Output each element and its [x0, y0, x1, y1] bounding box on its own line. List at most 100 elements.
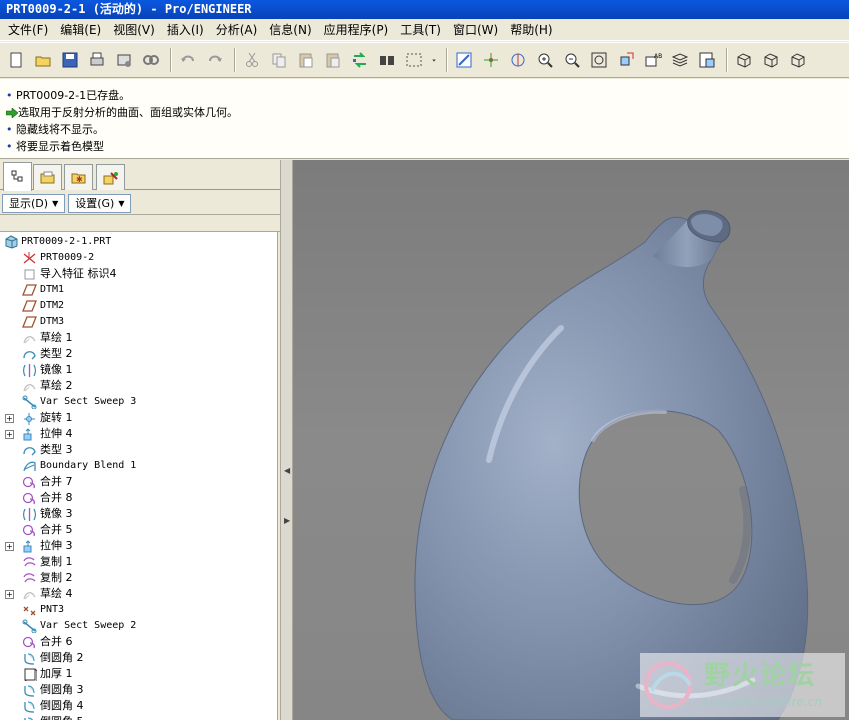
- no-hidden-button[interactable]: [786, 48, 810, 72]
- expand-right-icon[interactable]: ▶: [284, 516, 290, 526]
- tree-item[interactable]: 草绘 1: [0, 330, 277, 346]
- refit-icon: [591, 52, 607, 68]
- tree-item[interactable]: Var Sect Sweep 2: [0, 618, 277, 634]
- tree-item[interactable]: 镜像 1: [0, 362, 277, 378]
- tree-item[interactable]: 合并 8: [0, 490, 277, 506]
- mapkey-button[interactable]: [139, 48, 163, 72]
- tree-item[interactable]: DTM1: [0, 282, 277, 298]
- tab-connections[interactable]: [96, 164, 125, 190]
- paste-special-button[interactable]: [321, 48, 345, 72]
- tree-item[interactable]: DTM2: [0, 298, 277, 314]
- sketch-icon: [23, 592, 36, 600]
- menu-item-0[interactable]: 文件(F): [2, 20, 54, 40]
- menu-item-5[interactable]: 信息(N): [263, 20, 317, 40]
- cut-button[interactable]: [240, 48, 264, 72]
- menu-item-6[interactable]: 应用程序(P): [318, 20, 395, 40]
- tree-item[interactable]: 导入特征 标识4: [0, 266, 277, 282]
- tree-item[interactable]: 合并 7: [0, 474, 277, 490]
- layers-button[interactable]: [668, 48, 692, 72]
- tree-item[interactable]: 合并 6: [0, 634, 277, 650]
- redo-button[interactable]: [203, 48, 227, 72]
- hidden-line-button[interactable]: [759, 48, 783, 72]
- tree-item[interactable]: PRT0009-2: [0, 250, 277, 266]
- merge-icon: [22, 636, 36, 649]
- tree-item[interactable]: 倒圆角 3: [0, 682, 277, 698]
- expand-plus-icon[interactable]: +: [5, 414, 14, 423]
- tree-item[interactable]: 加厚 1: [0, 666, 277, 682]
- select-box-button[interactable]: [402, 48, 426, 72]
- tree-item-label: Var Sect Sweep 3: [40, 396, 137, 407]
- tree-item[interactable]: 倒圆角 2: [0, 650, 277, 666]
- tree-item[interactable]: 类型 3: [0, 442, 277, 458]
- message-text: 隐藏线将不显示。: [16, 123, 104, 136]
- menu-item-8[interactable]: 窗口(W): [447, 20, 504, 40]
- dropdown-button[interactable]: [429, 48, 439, 72]
- undo-button[interactable]: [176, 48, 200, 72]
- toolbar-separator: [446, 48, 448, 72]
- tree-item[interactable]: 复制 2: [0, 570, 277, 586]
- main-toolbar: AB: [0, 42, 849, 78]
- tree-item[interactable]: 倒圆角 4: [0, 698, 277, 714]
- menu-item-1[interactable]: 编辑(E): [54, 20, 107, 40]
- send-button[interactable]: [112, 48, 136, 72]
- tree-item-label: 合并 7: [40, 475, 73, 488]
- view-manager-button[interactable]: [695, 48, 719, 72]
- open-button[interactable]: [31, 48, 55, 72]
- copy-button[interactable]: [267, 48, 291, 72]
- menu-item-3[interactable]: 插入(I): [161, 20, 210, 40]
- tree-item[interactable]: 复制 1: [0, 554, 277, 570]
- tree-item[interactable]: + 旋转 1: [0, 410, 277, 426]
- tree-item[interactable]: + 草绘 4: [0, 586, 277, 602]
- spin-center-button[interactable]: [479, 48, 503, 72]
- menu-item-7[interactable]: 工具(T): [394, 20, 447, 40]
- tree-item[interactable]: Var Sect Sweep 3: [0, 394, 277, 410]
- tab-folder-browser[interactable]: [33, 164, 62, 190]
- orient-button[interactable]: [506, 48, 530, 72]
- tree-item[interactable]: DTM3: [0, 314, 277, 330]
- tree-item[interactable]: 镜像 3: [0, 506, 277, 522]
- new-button[interactable]: [4, 48, 28, 72]
- refit-button[interactable]: [587, 48, 611, 72]
- paste-button[interactable]: [294, 48, 318, 72]
- reorient-button[interactable]: [614, 48, 638, 72]
- tree-item[interactable]: PNT3: [0, 602, 277, 618]
- tree-item[interactable]: Boundary Blend 1: [0, 458, 277, 474]
- copy-icon: [272, 53, 286, 68]
- show-dropdown[interactable]: 显示(D) ▼: [2, 193, 66, 213]
- tree-item[interactable]: + 拉伸 4: [0, 426, 277, 442]
- tree-item[interactable]: 草绘 2: [0, 378, 277, 394]
- menu-item-9[interactable]: 帮助(H): [504, 20, 558, 40]
- toolbar-separator: [726, 48, 728, 72]
- panel-splitter[interactable]: ◀ ▶: [280, 160, 293, 720]
- repaint-button[interactable]: [452, 48, 476, 72]
- saved-views-icon: AB: [645, 53, 662, 67]
- tab-model-tree[interactable]: [3, 162, 32, 191]
- graphics-viewport[interactable]: [293, 160, 849, 720]
- save-button[interactable]: [58, 48, 82, 72]
- zoom-in-button[interactable]: [533, 48, 557, 72]
- menu-item-4[interactable]: 分析(A): [210, 20, 264, 40]
- message-line: • 将要显示着色模型: [6, 138, 849, 155]
- menu-item-2[interactable]: 视图(V): [107, 20, 161, 40]
- tree-item[interactable]: 合并 5: [0, 522, 277, 538]
- saved-views-button[interactable]: AB: [641, 48, 665, 72]
- expand-plus-icon[interactable]: +: [5, 542, 14, 551]
- navigator-panel: ✱ 显示(D) ▼ 设置(G) ▼ PRT0009-2-1.PRT PRT0009-…: [0, 160, 280, 720]
- tree-item-label: 旋转 1: [40, 411, 73, 424]
- tree-root[interactable]: PRT0009-2-1.PRT: [0, 234, 277, 250]
- expand-plus-icon[interactable]: +: [5, 590, 14, 599]
- tab-favorites[interactable]: ✱: [64, 164, 93, 190]
- tree-item-label: 加厚 1: [40, 667, 73, 680]
- print-button[interactable]: [85, 48, 109, 72]
- zoom-out-button[interactable]: [560, 48, 584, 72]
- expand-plus-icon[interactable]: +: [5, 430, 14, 439]
- tree-item[interactable]: + 拉伸 3: [0, 538, 277, 554]
- tree-item[interactable]: 倒圆角 5: [0, 714, 277, 720]
- tree-item[interactable]: 类型 2: [0, 346, 277, 362]
- regenerate-button[interactable]: [348, 48, 372, 72]
- view-manager-icon: [699, 52, 715, 68]
- find-button[interactable]: [375, 48, 399, 72]
- collapse-left-icon[interactable]: ◀: [284, 466, 290, 476]
- wireframe-button[interactable]: [732, 48, 756, 72]
- settings-dropdown[interactable]: 设置(G) ▼: [68, 193, 132, 213]
